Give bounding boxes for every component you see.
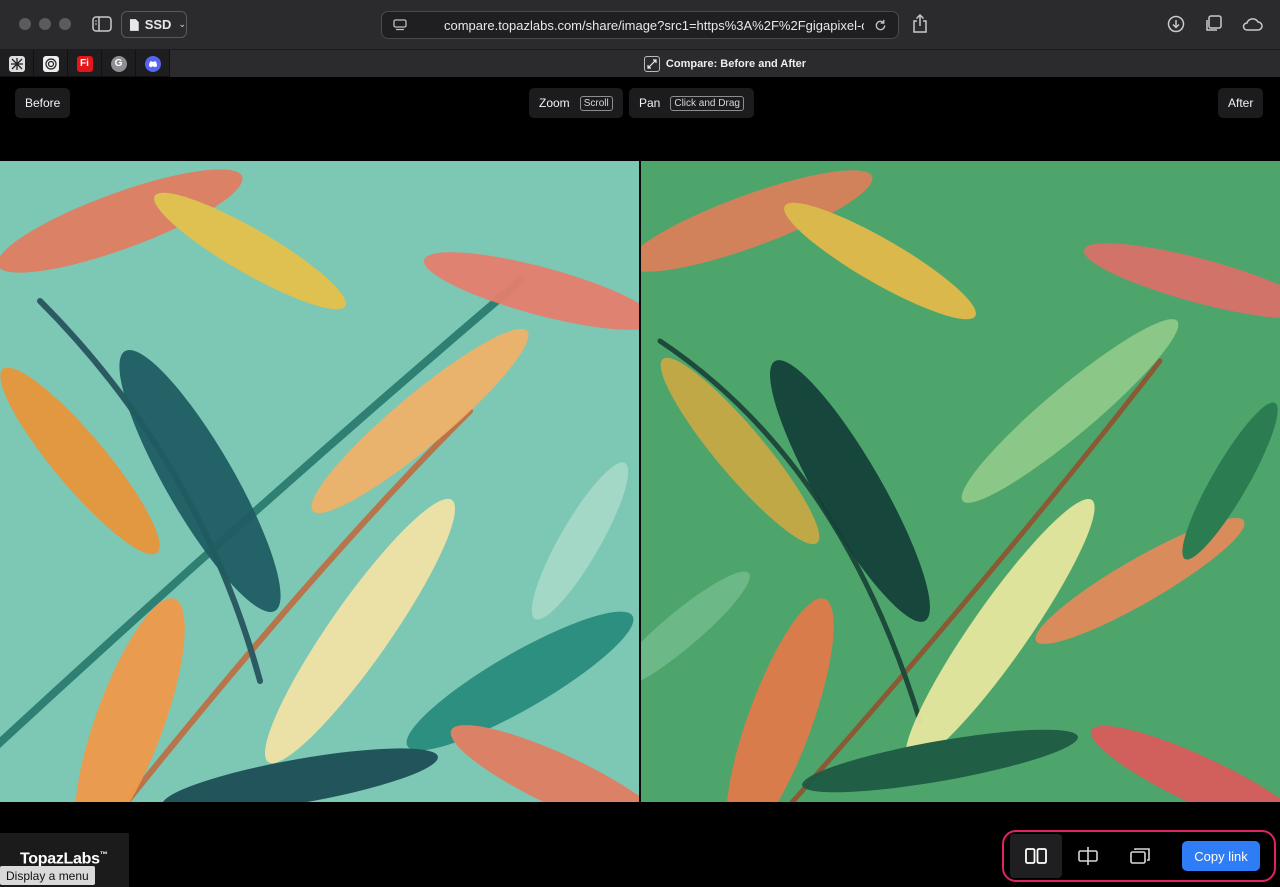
zoom-hint: Zoom Scroll xyxy=(529,88,623,118)
before-image[interactable] xyxy=(0,161,640,802)
browser-toolbar: SSD ⌄ compare.topazlabs.com/share/image?… xyxy=(0,0,1280,50)
compare-divider xyxy=(639,161,641,802)
g-app-icon: G xyxy=(110,55,127,72)
pinned-tab-4[interactable]: G xyxy=(102,50,136,77)
document-icon xyxy=(129,18,139,31)
copy-link-button[interactable]: Copy link xyxy=(1182,841,1260,871)
close-window-button[interactable] xyxy=(19,18,31,30)
before-label-text: Before xyxy=(25,96,61,110)
grid-app-icon xyxy=(8,55,25,72)
minimize-window-button[interactable] xyxy=(39,18,51,30)
zoom-window-button[interactable] xyxy=(59,18,71,30)
pinned-tab-5[interactable] xyxy=(136,50,170,77)
brand-tm: ™ xyxy=(99,850,108,859)
pan-label: Pan xyxy=(639,96,661,110)
topaz-labs-menu-button[interactable]: TopazLabs™ Display a menu xyxy=(0,833,129,887)
active-tab-title: Compare: Before and After xyxy=(665,57,807,70)
page-menu-icon[interactable] xyxy=(392,19,408,31)
view-mode-controls: Copy link xyxy=(1002,830,1276,882)
pan-hint: Pan Click and Drag xyxy=(629,88,754,118)
cloud-icon[interactable] xyxy=(1240,14,1264,34)
reload-icon[interactable] xyxy=(872,19,888,32)
brand-name: TopazLabs xyxy=(20,850,100,868)
after-label-text: After xyxy=(1228,96,1254,110)
fi-app-icon: Fi xyxy=(76,55,93,72)
share-icon[interactable] xyxy=(910,13,930,35)
zoom-hint-key: Scroll xyxy=(579,95,613,111)
pinned-tab-1[interactable] xyxy=(0,50,34,77)
active-tab[interactable]: Compare: Before and After xyxy=(170,50,1280,77)
tab-overview-icon[interactable] xyxy=(1203,14,1223,34)
after-image[interactable] xyxy=(640,161,1280,802)
pan-hint-key: Click and Drag xyxy=(670,95,744,111)
sidebar-toggle-icon[interactable] xyxy=(90,13,114,35)
profile-label: SSD xyxy=(144,17,172,32)
url-text[interactable]: compare.topazlabs.com/share/image?src1=h… xyxy=(416,18,864,33)
compare-page: Before Zoom Scroll Pan Click and Drag Af… xyxy=(0,77,1280,887)
zoom-label: Zoom xyxy=(539,96,570,110)
overlay-icon xyxy=(1130,848,1150,864)
target-app-icon xyxy=(42,55,59,72)
download-icon[interactable] xyxy=(1166,14,1186,34)
split-slider-icon xyxy=(1078,847,1098,865)
pinned-tab-2[interactable] xyxy=(34,50,68,77)
side-by-side-icon xyxy=(1025,848,1047,864)
tab-strip: Fi G Compare: Before and After xyxy=(0,50,1280,77)
overlay-button[interactable] xyxy=(1114,834,1166,878)
before-label: Before xyxy=(15,88,71,118)
chevron-down-icon: ⌄ xyxy=(178,19,186,29)
discord-icon xyxy=(144,55,161,72)
split-slider-button[interactable] xyxy=(1062,834,1114,878)
side-by-side-button[interactable] xyxy=(1010,834,1062,878)
compare-favicon-icon xyxy=(643,55,660,72)
address-bar[interactable]: compare.topazlabs.com/share/image?src1=h… xyxy=(381,11,899,39)
profile-selector-button[interactable]: SSD ⌄ xyxy=(121,11,187,38)
pinned-tab-3[interactable]: Fi xyxy=(68,50,102,77)
after-label: After xyxy=(1218,88,1264,118)
menu-tooltip: Display a menu xyxy=(0,866,95,885)
